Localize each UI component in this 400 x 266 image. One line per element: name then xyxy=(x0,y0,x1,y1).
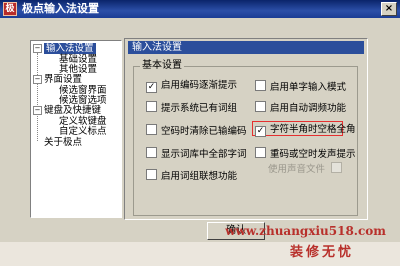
tree-item-ui-settings[interactable]: 界面设置 xyxy=(44,74,82,85)
option-label: 空码时清除已输编码 xyxy=(161,126,247,137)
tree-item-input-settings[interactable]: 输入法设置 xyxy=(44,43,96,54)
checkbox[interactable] xyxy=(146,124,157,135)
collapse-icon[interactable]: − xyxy=(33,106,42,115)
checkbox[interactable] xyxy=(255,101,266,112)
checkbox[interactable] xyxy=(255,147,266,158)
option-single-char-mode[interactable]: 启用单字输入模式 xyxy=(255,80,346,94)
option-sound-alert[interactable]: 重码或空时发声提示 xyxy=(255,147,356,161)
option-label: 启用单字输入模式 xyxy=(270,82,347,93)
option-incremental-code-hint[interactable]: ✓ 启用编码逐渐提示 xyxy=(146,80,237,93)
app-logo-icon: 极 xyxy=(3,2,17,16)
checkbox[interactable]: ✓ xyxy=(255,126,266,137)
option-label: 启用词组联想功能 xyxy=(161,171,238,182)
watermark-text: 装修无忧 xyxy=(289,245,354,260)
checkbox[interactable] xyxy=(146,101,157,112)
group-title: 基本设置 xyxy=(140,60,184,72)
option-label: 启用编码逐渐提示 xyxy=(161,80,238,91)
checkbox[interactable] xyxy=(146,169,157,180)
option-label: 提示系统已有词组 xyxy=(161,103,238,114)
collapse-icon[interactable]: − xyxy=(33,44,42,53)
option-halfwidth-space-fullwidth[interactable]: ✓ 字符半角时空格全角 xyxy=(255,124,356,137)
option-label: 显示词库中全部字词 xyxy=(161,149,247,160)
checkbox[interactable]: ✓ xyxy=(146,82,157,93)
option-auto-frequency[interactable]: 启用自动调频功能 xyxy=(255,101,346,115)
option-clear-on-empty[interactable]: 空码时清除已输编码 xyxy=(146,124,247,138)
tree-connector xyxy=(37,53,38,141)
option-show-all-words[interactable]: 显示词库中全部字词 xyxy=(146,147,247,161)
option-label: 重码或空时发声提示 xyxy=(270,149,356,160)
tree-item-custom-punctuation[interactable]: 自定义标点 xyxy=(59,126,107,137)
option-label: 字符半角时空格全角 xyxy=(270,124,356,135)
option-phrase-association[interactable]: 启用词组联想功能 xyxy=(146,169,237,183)
tree-item-keyboard-shortcuts[interactable]: 键盘及快捷键 xyxy=(44,105,101,116)
close-button[interactable]: × xyxy=(381,2,397,16)
option-use-sound-file: 使用声音文件 xyxy=(268,162,346,176)
checkbox xyxy=(331,162,343,173)
collapse-icon[interactable]: − xyxy=(33,75,42,84)
checkbox[interactable] xyxy=(146,147,157,158)
panel-header: 输入法设置 xyxy=(128,41,364,54)
option-show-existing-phrases[interactable]: 提示系统已有词组 xyxy=(146,101,237,115)
option-label: 使用声音文件 xyxy=(268,164,326,175)
window-title: 极点输入法设置 xyxy=(22,2,99,15)
settings-window: 极 极点输入法设置 × − 输入法设置 基础设置 其他设置 − 界面设置 候选窗… xyxy=(0,0,400,266)
settings-tree: − 输入法设置 基础设置 其他设置 − 界面设置 候选窗界面 候选窗选项 − 键… xyxy=(30,40,122,218)
title-bar[interactable]: 极 极点输入法设置 × xyxy=(0,0,400,18)
tree-item-about[interactable]: 关于极点 xyxy=(44,137,82,148)
checkbox[interactable] xyxy=(255,80,266,91)
option-label: 启用自动调频功能 xyxy=(270,103,347,114)
watermark-url: www.zhuangxiu518.com xyxy=(225,224,386,238)
